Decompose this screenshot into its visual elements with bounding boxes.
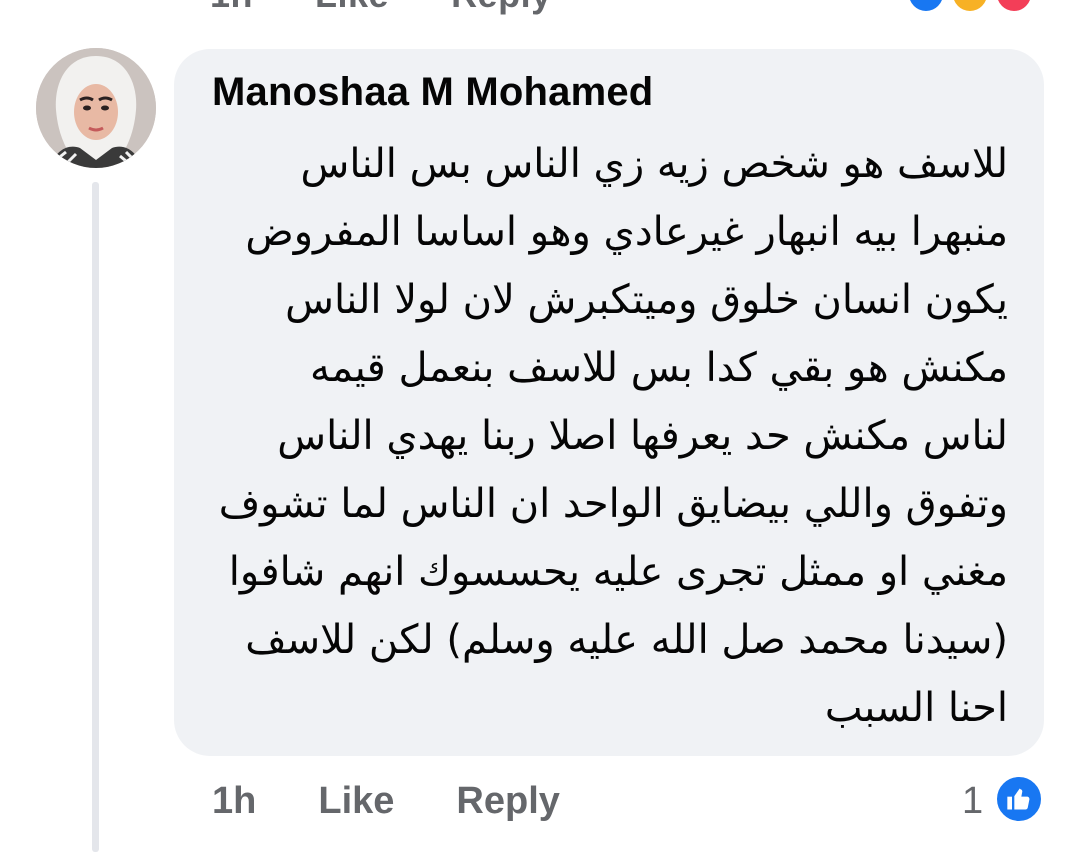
comment-line: للاسف هو شخص زيه زي الناس بس الناس — [300, 141, 1009, 187]
thread-line — [92, 182, 99, 852]
comment-line: (سيدنا محمد صل الله عليه وسلم) لكن للاسف — [245, 617, 1008, 663]
comment-line: منبهرا بيه انبهار غيرعادي وهو اساسا المف… — [245, 209, 1008, 255]
haha-reaction-icon — [950, 0, 990, 14]
comment-line: مغني او ممثل تجرى عليه يحسسوك انهم شافوا — [228, 549, 1008, 595]
comment-actions: 1h Like Reply — [212, 780, 560, 823]
avatar-photo — [36, 48, 156, 168]
like-reaction-icon — [906, 0, 946, 14]
comment-text: للاسف هو شخص زيه زي الناس بس الناس منبهر… — [200, 130, 1008, 742]
reaction-count[interactable]: 1 — [962, 780, 983, 823]
comment-line: احنا السبب — [824, 685, 1008, 731]
previous-like-button[interactable]: Like — [315, 0, 389, 16]
comment-thread: 1h Like Reply Manoshaa — [0, 0, 1080, 852]
reply-button[interactable]: Reply — [456, 780, 559, 823]
like-thumb-icon[interactable] — [994, 774, 1044, 824]
comment-author-name[interactable]: Manoshaa M Mohamed — [212, 70, 653, 115]
previous-comment-time[interactable]: 1h — [210, 0, 253, 16]
like-button[interactable]: Like — [318, 780, 394, 823]
comment-timestamp[interactable]: 1h — [212, 780, 256, 823]
previous-comment-actions: 1h Like Reply — [210, 0, 552, 16]
previous-reply-button[interactable]: Reply — [451, 0, 552, 16]
comment-line: وتفوق واللي بيضايق الواحد ان الناس لما ت… — [218, 481, 1008, 527]
love-reaction-icon — [994, 0, 1034, 14]
comment-line: يكون انسان خلوق وميتكبرش لان لولا الناس — [285, 277, 1008, 323]
comment-line: مكنش هو بقي كدا بس للاسف بنعمل قيمه — [310, 345, 1008, 391]
previous-reactions[interactable] — [906, 0, 1046, 14]
avatar[interactable] — [36, 48, 156, 168]
thumbs-up-icon — [1007, 788, 1030, 810]
comment-line: لناس مكنش حد يعرفها اصلا ربنا يهدي الناس — [277, 413, 1008, 459]
